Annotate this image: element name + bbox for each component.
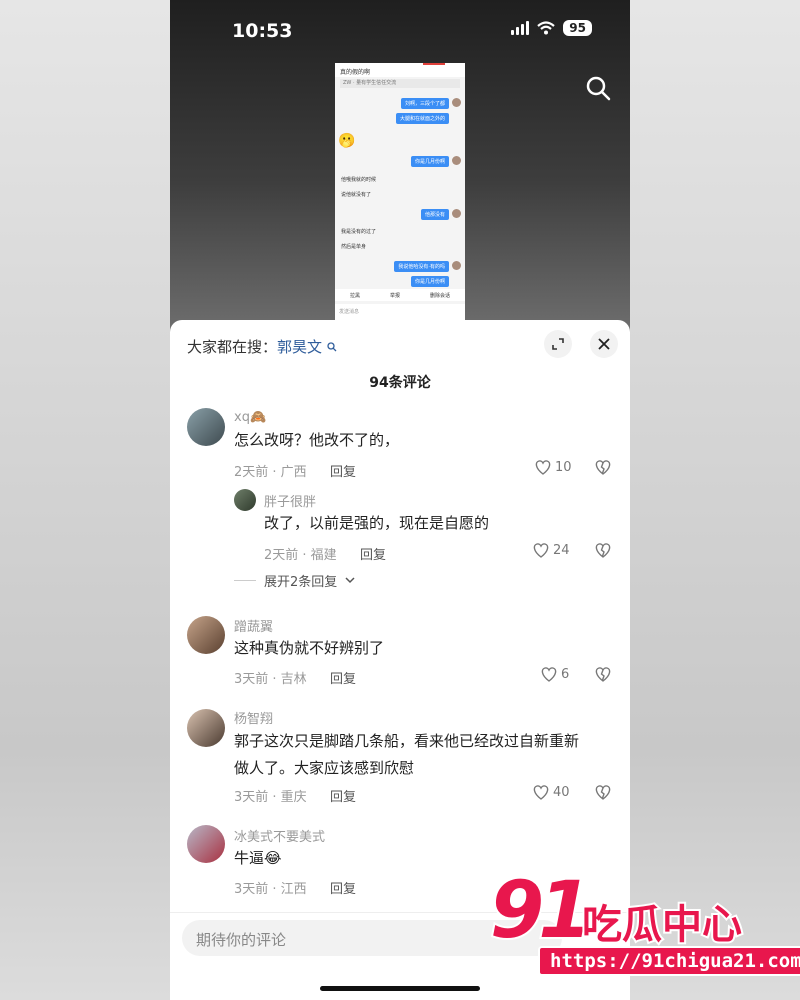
comment-text: 怎么改呀？他改不了的， [234, 431, 400, 449]
like-button[interactable]: 24 [532, 542, 570, 559]
comment-text-line: 做人了。大家应该感到欣慰 [234, 759, 415, 777]
thumb-action: 举报 [389, 292, 400, 299]
close-icon [598, 338, 610, 350]
avatar[interactable] [187, 408, 225, 446]
signal-icon [511, 21, 530, 35]
comment-text-line: 郭子这次只是脚踏几条船，看来他已经改过自新重新 [234, 732, 580, 750]
wifi-icon [537, 21, 556, 35]
thumb-avatar [452, 156, 461, 165]
reply-text: 改了，以前是强的，现在是自愿的 [264, 514, 490, 532]
comment-meta: 3天前 · 吉林 [234, 672, 307, 687]
thumb-msg: 说他就没有了 [341, 192, 372, 198]
comment-username[interactable]: 蹭蔬翼 [234, 616, 273, 635]
like-count: 40 [553, 785, 570, 800]
like-button[interactable]: 40 [532, 784, 570, 801]
comment-meta: 3天前 · 重庆 [234, 790, 307, 805]
comment-text: 这种真伪就不好辨别了 [234, 639, 385, 657]
heart-icon [535, 460, 551, 475]
battery-badge: 95 [563, 20, 592, 36]
thumb-action-bar: 拉黑 举报 删除会话 [335, 289, 465, 301]
phone-screen: 10:53 95 真的假的啊 ZW · 量有学生信任交流 刘啊，三段个了都 大腿… [170, 0, 630, 1000]
thumb-avatar [452, 261, 461, 270]
status-icons: 95 [511, 20, 592, 36]
thumb-action: 拉黑 [349, 292, 360, 299]
dislike-icon[interactable] [594, 666, 612, 683]
reply-button[interactable]: 回复 [330, 668, 356, 687]
watermark-url: https://91chigua21.com [538, 946, 800, 976]
thumb-input: 发送消息 [335, 304, 465, 320]
heart-icon [533, 543, 549, 558]
thumb-msg: 刘啊，三段个了都 [400, 98, 449, 109]
comment-meta: 3天前 · 江西 [234, 882, 307, 897]
hot-search[interactable]: 大家都在搜：郭昊文 [187, 336, 337, 357]
comment-username[interactable]: 冰美式不要美式 [234, 826, 325, 845]
watermark-number: 91 [488, 864, 595, 958]
thumb-msg: 你是几月份啊 [410, 276, 449, 287]
hot-search-label: 大家都在搜： [187, 338, 278, 356]
status-time: 10:53 [232, 20, 293, 42]
reply-button[interactable]: 回复 [330, 878, 356, 897]
comment-username[interactable]: xq🙈 [234, 410, 266, 425]
thumb-msg: 你是几月份啊 [410, 156, 449, 167]
thumb-title: 真的假的啊 [335, 63, 465, 77]
chat-screenshot-image[interactable]: 真的假的啊 ZW · 量有学生信任交流 刘啊，三段个了都 大腿和在就面之外的 🫢… [335, 63, 465, 320]
expand-replies-label: 展开2条回复 [264, 575, 338, 590]
avatar[interactable] [187, 825, 225, 863]
avatar[interactable] [187, 709, 225, 747]
thumb-msg: 我是没有的过了 [341, 229, 377, 235]
like-button[interactable]: 10 [534, 459, 572, 476]
avatar[interactable] [234, 489, 256, 511]
search-small-icon [327, 342, 337, 352]
comment-count: 94条评论 [369, 375, 431, 391]
reply-button[interactable]: 回复 [330, 461, 356, 480]
chevron-down-icon [345, 577, 355, 584]
like-count: 6 [561, 667, 570, 682]
like-count: 24 [553, 543, 570, 558]
like-count: 10 [555, 460, 572, 475]
reply-button[interactable]: 回复 [360, 544, 386, 563]
thumb-msg: 然后是单身 [341, 244, 367, 250]
thumb-msg: 我说他哈没有·有的吗 [394, 261, 449, 272]
thumb-msg: 大腿和在就面之外的 [395, 113, 449, 124]
expand-line [234, 580, 256, 581]
dislike-icon[interactable] [594, 542, 612, 559]
dislike-icon[interactable] [594, 784, 612, 801]
expand-replies[interactable]: 展开2条回复 [234, 571, 355, 590]
comment-text: 牛逼😂 [234, 849, 282, 867]
heart-icon [541, 667, 557, 682]
thumb-msg: 他那没有 [420, 209, 449, 220]
expand-icon [552, 338, 564, 350]
avatar[interactable] [187, 616, 225, 654]
thumb-emoji: 🫢 [338, 133, 356, 149]
comment-meta: 2天前 · 广西 [234, 465, 307, 480]
thumb-msg: 他哦我就的时候 [341, 177, 377, 183]
heart-icon [533, 785, 549, 800]
thumb-avatar [452, 98, 461, 107]
reply-username[interactable]: 胖子很胖 [264, 491, 316, 510]
comment-username[interactable]: 杨智翔 [234, 708, 273, 727]
thumb-action: 删除会话 [429, 292, 450, 299]
expand-button[interactable] [544, 330, 572, 358]
reply-button[interactable]: 回复 [330, 786, 356, 805]
home-indicator [320, 986, 480, 991]
reply-meta: 2天前 · 福建 [264, 548, 337, 563]
like-button[interactable]: 6 [540, 666, 569, 683]
comment-input-placeholder: 期待你的评论 [196, 931, 287, 949]
watermark-brand: 吃瓜中心 [580, 900, 744, 950]
watermark-logo: 91 吃瓜中心 https://91chigua21.com [488, 864, 800, 986]
search-icon[interactable] [584, 74, 612, 102]
dislike-icon[interactable] [594, 459, 612, 476]
hot-search-keyword[interactable]: 郭昊文 [277, 338, 322, 356]
thumb-avatar [452, 209, 461, 218]
thumb-subtitle: ZW · 量有学生信任交流 [340, 79, 460, 88]
close-button[interactable] [590, 330, 618, 358]
